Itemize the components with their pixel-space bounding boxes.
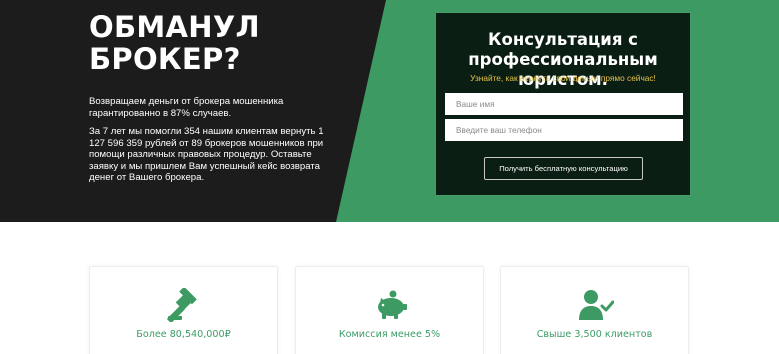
hero-lead-text: Возвращаем деньги от брокера мошенника г…: [89, 96, 284, 119]
stat-card-clients: Свыше 3,500 клиентов: [500, 266, 689, 354]
hero-section: ОБМАНУЛ БРОКЕР? Возвращаем деньги от бро…: [0, 0, 779, 222]
stat-label: Более 80,540,000₽: [136, 329, 231, 340]
hero-body-text: За 7 лет мы помогли 354 нашим клиентам в…: [89, 126, 324, 183]
user-check-icon: [579, 290, 614, 320]
name-input[interactable]: [445, 93, 683, 115]
consultation-form: Консультация с профессиональным юристом.…: [435, 12, 691, 196]
stat-label: Комиссия менее 5%: [338, 329, 441, 340]
stat-card-amount: Более 80,540,000₽: [89, 266, 278, 354]
stat-label: Свыше 3,500 клиентов: [536, 329, 653, 340]
phone-input[interactable]: [445, 119, 683, 141]
stat-card-commission: Комиссия менее 5%: [295, 266, 484, 354]
form-subtitle: Узнайте, как вернуть свои деньги прямо с…: [470, 73, 656, 83]
piggy-bank-icon: [378, 290, 407, 319]
hero-title: ОБМАНУЛ БРОКЕР?: [89, 10, 260, 76]
gavel-icon: [167, 288, 197, 322]
get-consultation-button[interactable]: Получить бесплатную консультацию: [484, 157, 643, 180]
